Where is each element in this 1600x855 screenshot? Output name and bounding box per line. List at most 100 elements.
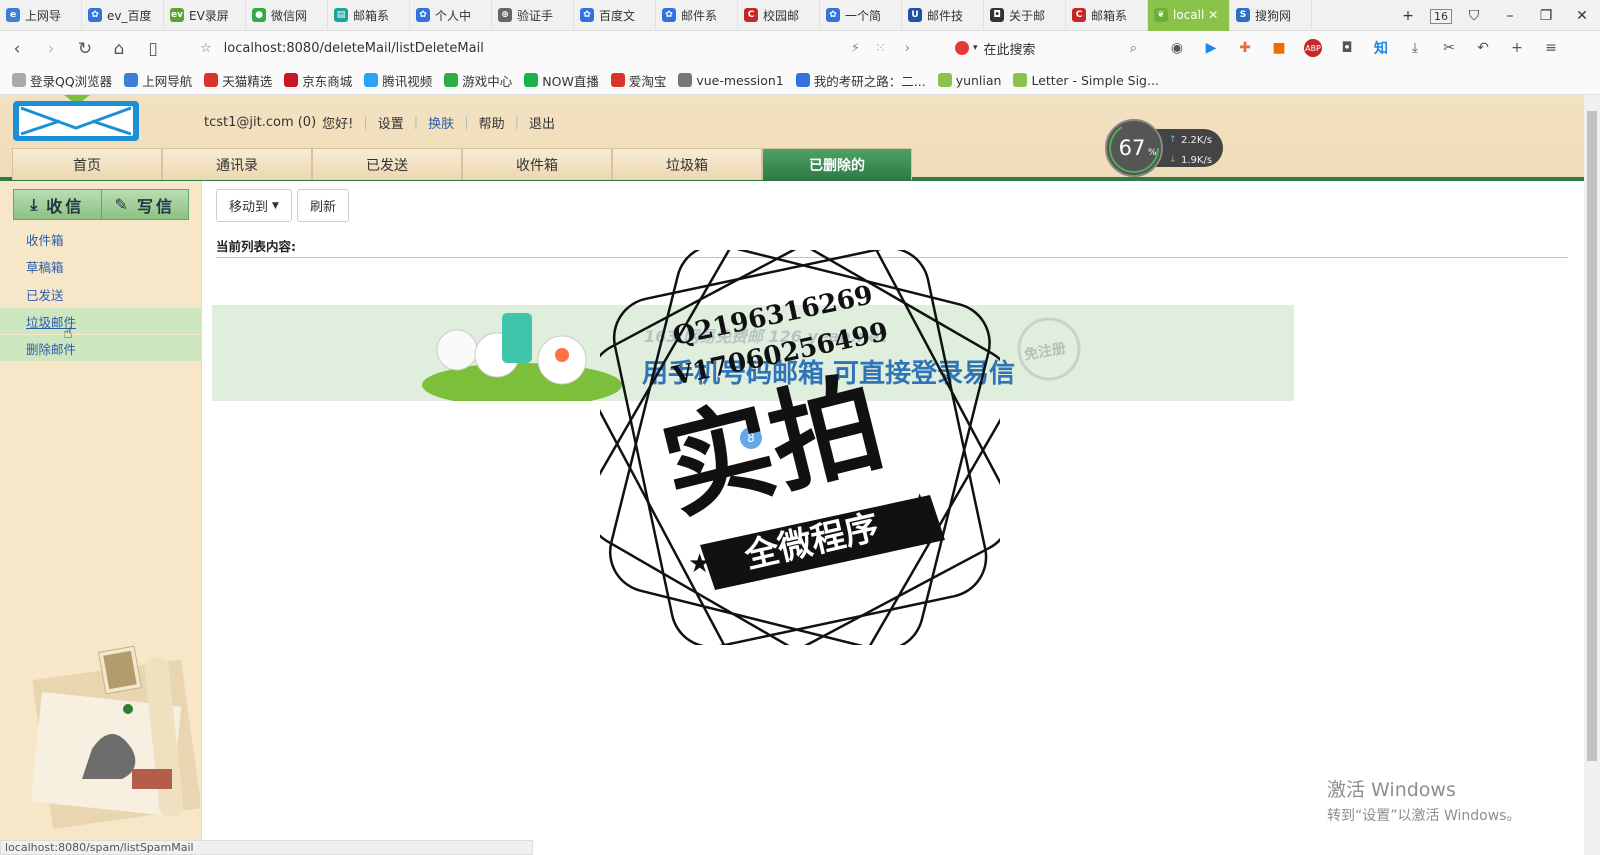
- browser-tab[interactable]: ● 微信网: [246, 0, 328, 31]
- skin-link[interactable]: 换肤: [428, 113, 454, 132]
- browser-tab[interactable]: ❦ locall ✕: [1148, 0, 1230, 31]
- zhihu-icon[interactable]: 知: [1369, 36, 1393, 60]
- tab-favicon-icon: ❦: [1154, 8, 1168, 22]
- search-icon[interactable]: ⌕: [1130, 41, 1137, 56]
- video-icon[interactable]: ■: [1267, 36, 1291, 60]
- undo-icon[interactable]: ↶: [1471, 36, 1495, 60]
- refresh-button[interactable]: 刷新: [296, 189, 349, 222]
- bulb-icon[interactable]: ◉: [1165, 36, 1189, 60]
- sidebar-item-inbox[interactable]: 收件箱: [0, 226, 202, 252]
- restore-button[interactable]: ❐: [1528, 8, 1564, 24]
- browser-tab[interactable]: C 校园邮: [738, 0, 820, 31]
- bookmark-item[interactable]: Letter - Simple Sig...: [1013, 73, 1159, 88]
- bookmark-item[interactable]: yunlian: [937, 73, 1001, 88]
- browser-tab[interactable]: ◘ 关于邮: [984, 0, 1066, 31]
- lightning-icon[interactable]: ⚡: [851, 41, 860, 56]
- browser-tab[interactable]: e 上网导: [0, 0, 82, 31]
- nav-tab[interactable]: 垃圾箱: [612, 148, 762, 180]
- bookmark-item[interactable]: 登录QQ浏览器: [12, 71, 112, 90]
- address-bar[interactable]: ☆ localhost:8080/deleteMail/listDeleteMa…: [200, 36, 940, 60]
- sidebar-item-spam[interactable]: 垃圾邮件: [0, 308, 202, 334]
- move-to-dropdown[interactable]: 移动到 ▼: [216, 189, 292, 222]
- logout-link[interactable]: 退出: [529, 113, 555, 132]
- browser-tab[interactable]: ▤ 邮箱系: [328, 0, 410, 31]
- browser-tab[interactable]: ev EV录屏: [164, 0, 246, 31]
- bookmark-label: 登录QQ浏览器: [30, 73, 113, 89]
- close-window-button[interactable]: ✕: [1564, 8, 1600, 24]
- main-nav: 首页 通讯录 已发送 收件箱 垃圾箱 已删除的: [12, 148, 912, 180]
- bookmark-item[interactable]: 京东商城: [284, 71, 352, 90]
- gamepad-icon[interactable]: ✚: [1233, 36, 1257, 60]
- ad-banner[interactable]: 163 网易免费邮 126 yeah.net 用手机号码邮箱 可直接登录易信 免…: [212, 305, 1294, 449]
- bookmark-item[interactable]: 上网导航: [124, 71, 192, 90]
- grid-icon[interactable]: ⁙: [875, 41, 886, 56]
- tab-favicon-icon: ✿: [416, 8, 430, 22]
- bookmark-icon: [204, 73, 219, 87]
- scrollbar[interactable]: [1584, 95, 1600, 855]
- download-icon: ⤓: [30, 194, 41, 214]
- back-icon[interactable]: ‹: [0, 39, 34, 59]
- browser-tab[interactable]: ✿ 百度文: [574, 0, 656, 31]
- dropdown-icon[interactable]: ▾: [973, 43, 978, 53]
- minimize-button[interactable]: –: [1492, 8, 1528, 24]
- search-input[interactable]: 在此搜索: [984, 39, 1036, 58]
- url-text[interactable]: localhost:8080/deleteMail/listDeleteMail: [224, 41, 484, 56]
- new-tab-button[interactable]: +: [1390, 8, 1426, 24]
- sidebar-item-deleted[interactable]: 删除邮件: [0, 335, 202, 361]
- download-icon[interactable]: ⤓: [1403, 36, 1427, 60]
- window-controls: + 16 ⛉ – ❐ ✕: [1390, 0, 1600, 31]
- tab-count-badge[interactable]: 16: [1426, 8, 1456, 24]
- bookmark-item[interactable]: 游戏中心: [444, 71, 512, 90]
- tab-favicon-icon: ▤: [334, 8, 348, 22]
- forward-icon[interactable]: ›: [34, 39, 68, 59]
- settings-link[interactable]: 设置: [378, 113, 404, 132]
- star-icon[interactable]: ☆: [200, 41, 212, 56]
- nav-tab[interactable]: 已删除的: [762, 148, 912, 180]
- chevron-right-icon[interactable]: ›: [905, 41, 910, 56]
- browser-tab[interactable]: S 搜狗网: [1230, 0, 1312, 31]
- menu-icon[interactable]: ≡: [1539, 36, 1563, 60]
- nav-tab[interactable]: 通讯录: [162, 148, 312, 180]
- browser-tab[interactable]: ✿ 邮件系: [656, 0, 738, 31]
- download-arrow-icon: ↓: [1169, 155, 1177, 165]
- tab-label: locall: [1173, 8, 1205, 22]
- reload-icon[interactable]: ↻: [68, 39, 102, 59]
- nav-tab[interactable]: 已发送: [312, 148, 462, 180]
- network-speed-widget: 67 % ↑ 2.2K/s ↓ 1.9K/s: [1105, 119, 1223, 177]
- bookmark-icon: [444, 73, 459, 87]
- browser-tab[interactable]: ⊕ 验证手: [492, 0, 574, 31]
- divider: |: [464, 115, 469, 130]
- abp-icon[interactable]: ABP: [1304, 39, 1322, 57]
- nav-tab[interactable]: 收件箱: [462, 148, 612, 180]
- home-icon[interactable]: ⌂: [102, 39, 136, 59]
- bookmark-item[interactable]: 爱淘宝: [610, 71, 666, 90]
- reader-icon[interactable]: ▯: [136, 39, 170, 59]
- camera-icon[interactable]: ◘: [1335, 36, 1359, 60]
- bookmark-item[interactable]: 天猫精选: [204, 71, 272, 90]
- browser-tab[interactable]: ✿ 一个简: [820, 0, 902, 31]
- browser-tab[interactable]: C 邮箱系: [1066, 0, 1148, 31]
- browser-tab[interactable]: ✿ ev_百度: [82, 0, 164, 31]
- bookmark-item[interactable]: NOW直播: [524, 71, 599, 90]
- nav-tab[interactable]: 首页: [12, 148, 162, 180]
- plus-icon[interactable]: +: [1505, 36, 1529, 60]
- play-icon[interactable]: ▶: [1199, 36, 1223, 60]
- bookmark-item[interactable]: vue-mession1: [678, 73, 784, 88]
- browser-tab[interactable]: U 邮件技: [902, 0, 984, 31]
- sidebar-item-sent[interactable]: 已发送: [0, 281, 202, 307]
- receive-button[interactable]: ⤓ 收信: [14, 190, 101, 219]
- bookmark-icon: [524, 73, 539, 87]
- shirt-icon[interactable]: ⛉: [1456, 8, 1492, 24]
- browser-tab[interactable]: ✿ 个人中: [410, 0, 492, 31]
- bookmark-item[interactable]: 我的考研之路：二...: [795, 71, 926, 90]
- main-content: 移动到 ▼ 刷新 当前列表内容: 163 网易免费邮 126 yeah.net 用…: [203, 181, 1584, 849]
- scrollbar-thumb[interactable]: [1587, 111, 1597, 761]
- search-box[interactable]: ▾ 在此搜索 ⌕: [955, 36, 1145, 60]
- bookmark-label: 天猫精选: [222, 73, 273, 89]
- close-tab-icon[interactable]: ✕: [1208, 8, 1218, 22]
- sidebar-item-drafts[interactable]: 草稿箱: [0, 253, 202, 279]
- scissors-icon[interactable]: ✂: [1437, 36, 1461, 60]
- help-link[interactable]: 帮助: [479, 113, 505, 132]
- write-button[interactable]: ✎ 写信: [100, 190, 188, 219]
- bookmark-item[interactable]: 腾讯视频: [364, 71, 432, 90]
